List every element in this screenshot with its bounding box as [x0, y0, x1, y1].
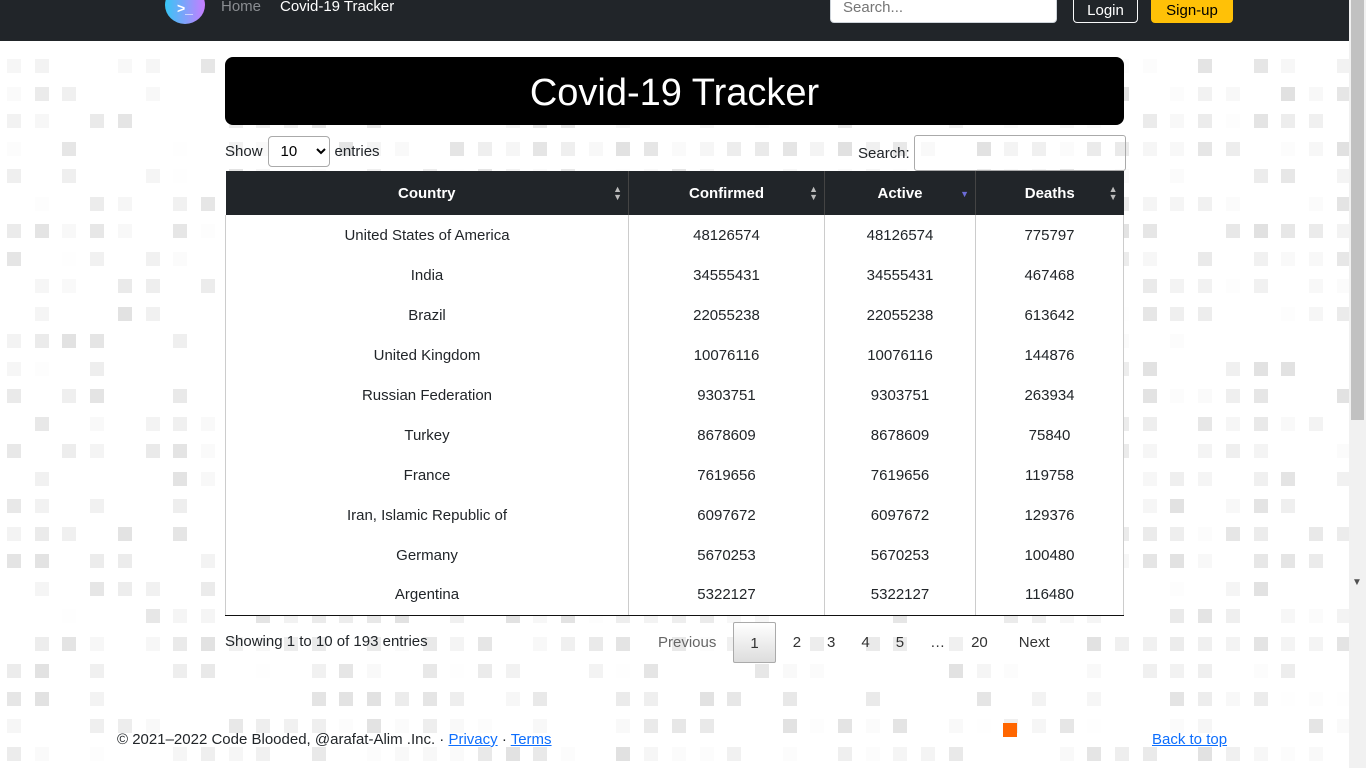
separator: ·	[497, 731, 511, 748]
sort-icon: ▲ ▼	[613, 184, 622, 202]
page-button-20[interactable]: 20	[958, 622, 1001, 663]
cell-deaths: 263934	[975, 375, 1124, 415]
terms-link[interactable]: Terms	[511, 731, 552, 748]
table-row: Argentina 5322127 5322127 116480	[225, 575, 1124, 616]
cell-deaths: 144876	[975, 335, 1124, 375]
previous-button[interactable]: Previous	[645, 622, 729, 663]
table-search: Search:	[858, 135, 1126, 171]
sort-desc-icon: ▼	[960, 189, 969, 199]
search-label: Search:	[858, 144, 910, 162]
cell-country: United States of America	[225, 215, 629, 255]
nav-home-link[interactable]: Home	[221, 0, 261, 15]
table-row: France 7619656 7619656 119758	[225, 455, 1124, 495]
cell-active: 7619656	[824, 455, 976, 495]
privacy-link[interactable]: Privacy	[448, 731, 497, 748]
cell-active: 5670253	[824, 535, 976, 575]
entries-length-control: Show 10 entries	[225, 135, 380, 167]
page-button-5[interactable]: 5	[883, 622, 917, 663]
cell-deaths: 129376	[975, 495, 1124, 535]
cell-country: India	[225, 255, 629, 295]
login-button[interactable]: Login	[1073, 0, 1138, 23]
cell-confirmed: 22055238	[628, 295, 825, 335]
cell-confirmed: 6097672	[628, 495, 825, 535]
table-row: Turkey 8678609 8678609 75840	[225, 415, 1124, 455]
header-confirmed[interactable]: Confirmed ▲ ▼	[628, 171, 825, 215]
entries-label: entries	[334, 142, 380, 160]
cell-confirmed: 5322127	[628, 575, 825, 616]
table-row: United Kingdom 10076116 10076116 144876	[225, 335, 1124, 375]
cell-deaths: 119758	[975, 455, 1124, 495]
back-to-top-link[interactable]: Back to top	[1152, 731, 1227, 748]
cell-confirmed: 5670253	[628, 535, 825, 575]
table-info: Showing 1 to 10 of 193 entries	[225, 633, 428, 650]
cell-country: Turkey	[225, 415, 629, 455]
cell-deaths: 75840	[975, 415, 1124, 455]
cell-confirmed: 7619656	[628, 455, 825, 495]
entries-select[interactable]: 10	[267, 135, 330, 167]
cell-deaths: 100480	[975, 535, 1124, 575]
table-row: Germany 5670253 5670253 100480	[225, 535, 1124, 575]
cell-active: 22055238	[824, 295, 976, 335]
cell-confirmed: 48126574	[628, 215, 825, 255]
cell-country: Germany	[225, 535, 629, 575]
cell-confirmed: 34555431	[628, 255, 825, 295]
navbar: >_ Home Covid-19 Tracker Login Sign-up	[0, 0, 1349, 41]
copyright: © 2021–2022 Code Blooded, @arafat-Alim .…	[117, 731, 449, 748]
table-row: United States of America 48126574 48126574…	[225, 215, 1124, 255]
cell-active: 34555431	[824, 255, 976, 295]
cell-confirmed: 10076116	[628, 335, 825, 375]
footer-text: © 2021–2022 Code Blooded, @arafat-Alim .…	[117, 731, 552, 748]
cell-deaths: 775797	[975, 215, 1124, 255]
cell-confirmed: 8678609	[628, 415, 825, 455]
cell-active: 5322127	[824, 575, 976, 616]
page-button-3[interactable]: 3	[814, 622, 848, 663]
cell-active: 6097672	[824, 495, 976, 535]
scroll-down-icon[interactable]: ▼	[1352, 577, 1362, 588]
cell-country: Brazil	[225, 295, 629, 335]
scrollbar-thumb[interactable]	[1351, 0, 1364, 420]
table-search-input[interactable]	[913, 135, 1126, 171]
page-button-1[interactable]: 1	[733, 622, 776, 663]
pagination: Previous 1 2 3 4 5 … 20 Next	[645, 622, 1063, 663]
brand-logo-icon[interactable]: >_	[165, 0, 205, 24]
table-row: India 34555431 34555431 467468	[225, 255, 1124, 295]
cell-active: 10076116	[824, 335, 976, 375]
page-button-4[interactable]: 4	[848, 622, 882, 663]
cell-country: Russian Federation	[225, 375, 629, 415]
cell-country: United Kingdom	[225, 335, 629, 375]
cell-active: 9303751	[824, 375, 976, 415]
table-row: Iran, Islamic Republic of 6097672 6097672 1…	[225, 495, 1124, 535]
nav-covid-tracker-link[interactable]: Covid-19 Tracker	[280, 0, 394, 15]
sort-icon: ▲ ▼	[809, 184, 818, 202]
header-country[interactable]: Country ▲ ▼	[225, 171, 629, 215]
cell-country: Iran, Islamic Republic of	[225, 495, 629, 535]
sort-icon: ▲ ▼	[1108, 184, 1118, 202]
cell-active: 8678609	[824, 415, 976, 455]
next-button[interactable]: Next	[1001, 622, 1063, 663]
cell-country: Argentina	[225, 575, 629, 616]
page-ellipsis: …	[930, 634, 946, 651]
header-deaths[interactable]: Deaths ▲ ▼	[975, 171, 1124, 215]
cell-active: 48126574	[824, 215, 976, 255]
cell-deaths: 116480	[975, 575, 1124, 616]
table-row: Brazil 22055238 22055238 613642	[225, 295, 1124, 335]
show-label: Show	[225, 142, 263, 160]
decorative-square	[1003, 723, 1017, 737]
nav-search-input[interactable]	[830, 0, 1057, 23]
page-button-2[interactable]: 2	[780, 622, 814, 663]
signup-button[interactable]: Sign-up	[1151, 0, 1233, 23]
page-title: Covid-19 Tracker	[225, 57, 1124, 125]
cell-country: France	[225, 455, 629, 495]
table-row: Russian Federation 9303751 9303751 263934	[225, 375, 1124, 415]
cell-deaths: 467468	[975, 255, 1124, 295]
cell-confirmed: 9303751	[628, 375, 825, 415]
covid-table: Country ▲ ▼ Confirmed ▲ ▼ Active ▼ Deaths ▲ ▼ U…	[225, 171, 1124, 616]
header-active[interactable]: Active ▼	[824, 171, 976, 215]
cell-deaths: 613642	[975, 295, 1124, 335]
